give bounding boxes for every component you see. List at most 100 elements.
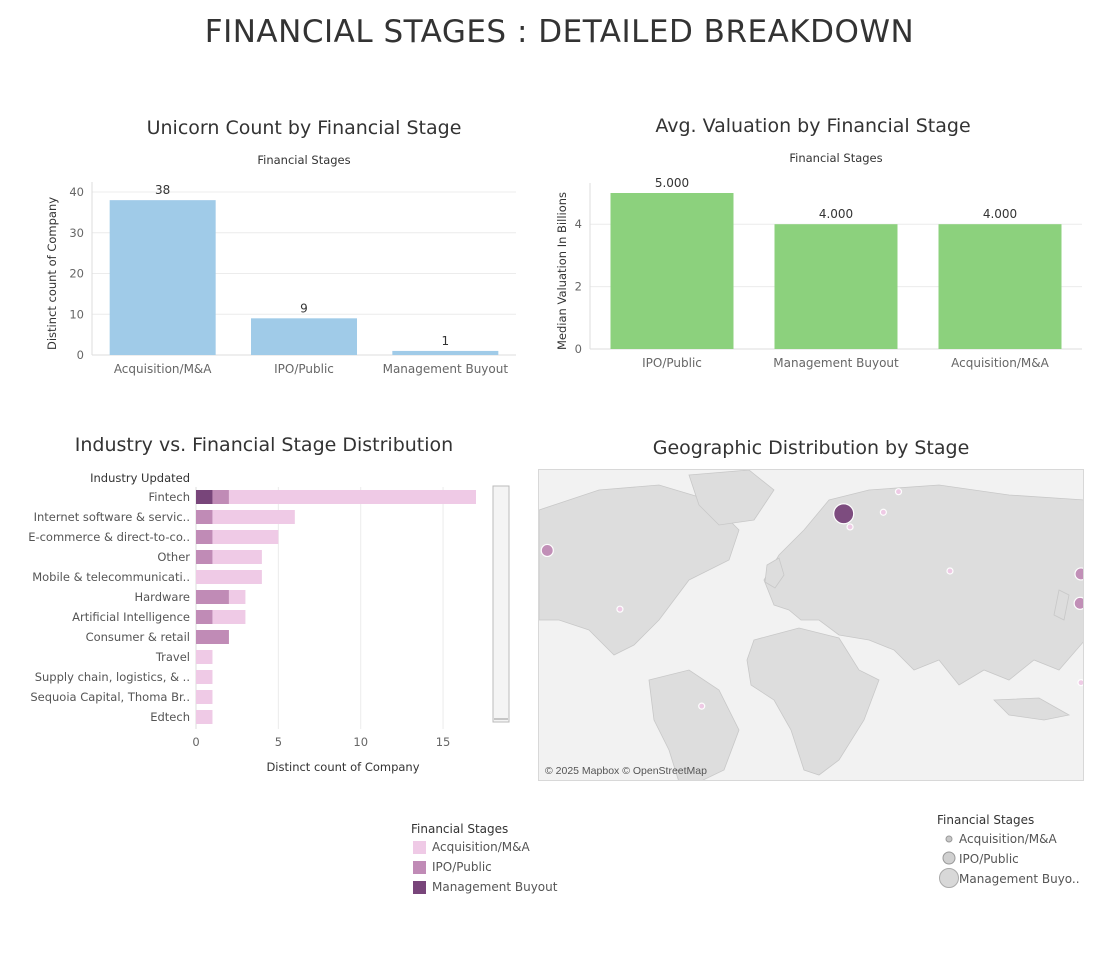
size-circle-medium	[942, 851, 956, 865]
x-tick-label-management-buyout: Management Buyout	[383, 362, 509, 376]
legend-swatch-ipo	[413, 861, 426, 874]
x-tick-label-acquisition-m-a: Acquisition/M&A	[114, 362, 212, 376]
bar-ipo-public	[610, 193, 734, 349]
y-tick-label-2: 20	[69, 267, 84, 281]
x-tick-label-2: 10	[353, 735, 368, 749]
row-header: Industry Updated	[90, 471, 190, 485]
bar-other-ipo-public	[196, 550, 213, 564]
map-point-israel	[946, 567, 954, 575]
map-point-sweden	[894, 488, 903, 496]
size-circle-large	[939, 868, 959, 888]
data-label-management-buyout: 4.000	[819, 207, 853, 221]
page-title: FINANCIAL STAGES : DETAILED BREAKDOWN	[204, 14, 915, 50]
land-masses	[539, 470, 1083, 780]
y-tick-label-3: 30	[69, 226, 84, 240]
x-tick-label-ipo-public: IPO/Public	[642, 356, 702, 370]
map-point-london	[833, 503, 855, 525]
bar-e-commerce-direct-to-co-ipo-public	[196, 530, 213, 544]
bar-fintech-acquisition-m-a	[228, 490, 476, 504]
row-label-internet-software-servic: Internet software & servic..	[34, 510, 190, 524]
bar-management-buyout	[774, 224, 898, 349]
legend-item-acq[interactable]: Acquisition/M&A	[413, 840, 530, 854]
row-label-e-commerce-direct-to-co: E-commerce & direct-to-co..	[28, 530, 190, 544]
map-point-brazil	[698, 702, 706, 710]
world-map[interactable]	[538, 469, 1084, 781]
data-label-acquisition-m-a: 4.000	[983, 207, 1017, 221]
y-axis-title: Median Valuation In Billions	[555, 192, 569, 350]
land-africa	[746, 627, 880, 776]
y-tick-label-2: 4	[575, 217, 582, 231]
map-point-germany	[879, 508, 887, 516]
x-axis-title: Distinct count of Company	[266, 760, 419, 774]
row-label-artificial-intelligence: Artificial Intelligence	[72, 610, 190, 624]
map-canvas	[539, 470, 1083, 780]
bar-internet-software-servic-ipo-public	[196, 510, 213, 524]
data-label-ipo-public: 9	[300, 301, 308, 315]
row-label-sequoia-capital-thoma-br: Sequoia Capital, Thoma Br..	[30, 690, 190, 704]
y-tick-label-0: 0	[575, 342, 582, 356]
row-label-edtech: Edtech	[150, 710, 190, 724]
x-tick-label-0: 0	[192, 735, 199, 749]
x-tick-label-management-buyout: Management Buyout	[773, 356, 899, 370]
industry-stage-chart: Industry Updated 0 5 10 15 Distinct count of …	[28, 471, 510, 774]
size-legend-label-mbo: Management Buyo..	[959, 872, 1080, 886]
bar-edtech-acquisition-m-a	[196, 710, 213, 724]
bar-acquisition-m-a	[109, 200, 216, 355]
legend-swatch-mbo	[413, 881, 426, 894]
land-indonesia	[993, 697, 1071, 721]
row-label-supply-chain-logistics: Supply chain, logistics, & ..	[35, 670, 190, 684]
y-tick-label-1: 10	[69, 307, 84, 321]
bar-fintech-ipo-public	[212, 490, 229, 504]
row-label-mobile-telecommunicati: Mobile & telecommunicati..	[32, 570, 190, 584]
legend-swatch-acq	[413, 841, 426, 854]
avg-valuation-chart: Financial Stages 0 2 4 Median Valuation In B…	[555, 151, 1082, 370]
chart-subtitle: Financial Stages	[789, 151, 882, 165]
x-tick-label-1: 5	[275, 735, 282, 749]
legend-item-mbo[interactable]: Management Buyout	[413, 880, 557, 894]
row-label-consumer-retail: Consumer & retail	[86, 630, 190, 644]
size-circle-small	[945, 835, 953, 843]
map-point-india	[1073, 596, 1083, 610]
map-point-france	[846, 523, 854, 531]
bar-artificial-intelligence-ipo-public	[196, 610, 213, 624]
bar-management-buyout	[392, 350, 499, 355]
bar-ipo-public	[251, 318, 357, 355]
row-label-other: Other	[157, 550, 190, 564]
map-attribution: © 2025 Mapbox © OpenStreetMap	[545, 765, 707, 777]
chart-title-unicorn: Unicorn Count by Financial Stage	[146, 117, 462, 139]
bar-artificial-intelligence-acquisition-m-a	[212, 610, 246, 624]
x-tick-label-acquisition-m-a: Acquisition/M&A	[951, 356, 1049, 370]
size-legend-circles	[939, 835, 959, 888]
x-tick-label-3: 15	[436, 735, 451, 749]
map-point-indonesia	[1077, 679, 1083, 687]
bar-e-commerce-direct-to-co-acquisition-m-a	[212, 530, 279, 544]
chart-title-industry: Industry vs. Financial Stage Distributio…	[74, 434, 454, 456]
chart-title-geo: Geographic Distribution by Stage	[652, 437, 970, 459]
map-point-china	[1074, 567, 1083, 581]
data-label-acquisition-m-a: 38	[155, 183, 170, 197]
map-point-united-states	[540, 543, 554, 558]
y-tick-label-1: 2	[575, 280, 582, 294]
legend-item-ipo[interactable]: IPO/Public	[413, 860, 492, 874]
bar-acquisition-m-a	[938, 224, 1062, 349]
bar-hardware-ipo-public	[196, 590, 229, 604]
row-label-fintech: Fintech	[149, 490, 190, 504]
data-label-management-buyout: 1	[442, 334, 450, 348]
data-label-ipo-public: 5.000	[655, 176, 689, 190]
bar-travel-acquisition-m-a	[196, 650, 213, 664]
row-label-travel: Travel	[155, 650, 190, 664]
scrollbar-track	[492, 485, 510, 723]
bar-consumer-retail-ipo-public	[196, 630, 229, 644]
chart-subtitle: Financial Stages	[257, 153, 350, 167]
size-legend-label-ipo: IPO/Public	[959, 852, 1019, 866]
bar-supply-chain-logistics-acquisition-m-a	[196, 670, 213, 684]
bar-fintech-management-buyout	[196, 490, 213, 504]
unicorn-count-chart: Financial Stages 0 10 20 30 40 Distinct count …	[45, 153, 516, 376]
y-tick-label-0: 0	[77, 348, 84, 362]
map-point-colombia	[616, 605, 624, 613]
chart-title-valuation: Avg. Valuation by Financial Stage	[655, 115, 971, 137]
size-legend: Acquisition/M&A IPO/Public Management Bu…	[936, 830, 1086, 892]
x-tick-label-ipo-public: IPO/Public	[274, 362, 334, 376]
bar-sequoia-capital-thoma-br-acquisition-m-a	[196, 690, 213, 704]
y-tick-label-4: 40	[69, 185, 84, 199]
